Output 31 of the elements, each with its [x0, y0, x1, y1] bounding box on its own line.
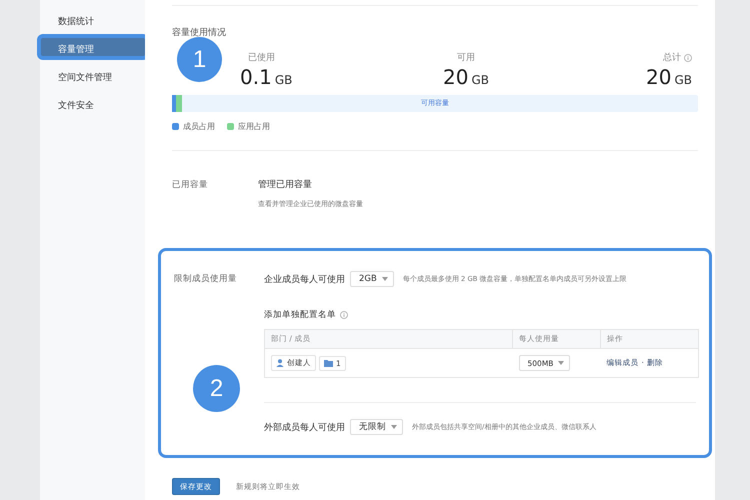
stat-value: 0.1 — [240, 65, 272, 89]
legend-label: 成员占用 — [183, 121, 215, 132]
stat-value: 20 — [646, 65, 672, 89]
setting-label: 已用容量 — [172, 178, 209, 192]
stat-label: 总计 — [663, 52, 682, 64]
quota-select[interactable]: 无限制 — [350, 419, 403, 435]
caret-icon — [382, 277, 388, 281]
section-title: 容量使用情况 — [172, 26, 227, 39]
stat-unit: GB — [274, 73, 292, 87]
sidebar-item[interactable]: 空间文件管理 — [38, 63, 148, 87]
setting-label: 限制成员使用量 — [174, 273, 238, 285]
folder-icon — [324, 360, 333, 367]
manage-link[interactable]: 管理已用容量 — [258, 178, 363, 191]
stat-label: 已使用 — [248, 52, 275, 64]
info-icon — [684, 54, 692, 62]
sidebar-item[interactable]: 容量管理 — [38, 35, 148, 59]
caret-icon — [558, 361, 564, 365]
person-icon — [276, 359, 284, 367]
sidebar-item[interactable]: 文件安全 — [38, 91, 148, 115]
quota-select[interactable]: 2GB — [350, 271, 394, 287]
stat-unit: GB — [674, 73, 692, 87]
field-label: 外部成员每人可使用 — [264, 422, 345, 434]
stat-label: 可用 — [457, 52, 475, 64]
legend-label: 应用占用 — [238, 121, 270, 132]
info-icon — [340, 311, 348, 319]
field-label: 企业成员每人可使用 — [264, 274, 345, 286]
sidebar-item[interactable]: 数据统计 — [38, 7, 148, 31]
stat-unit: GB — [471, 73, 489, 87]
stat-value: 20 — [443, 65, 468, 89]
caret-icon — [391, 425, 397, 429]
list-title: 添加单独配置名单 — [264, 309, 336, 321]
